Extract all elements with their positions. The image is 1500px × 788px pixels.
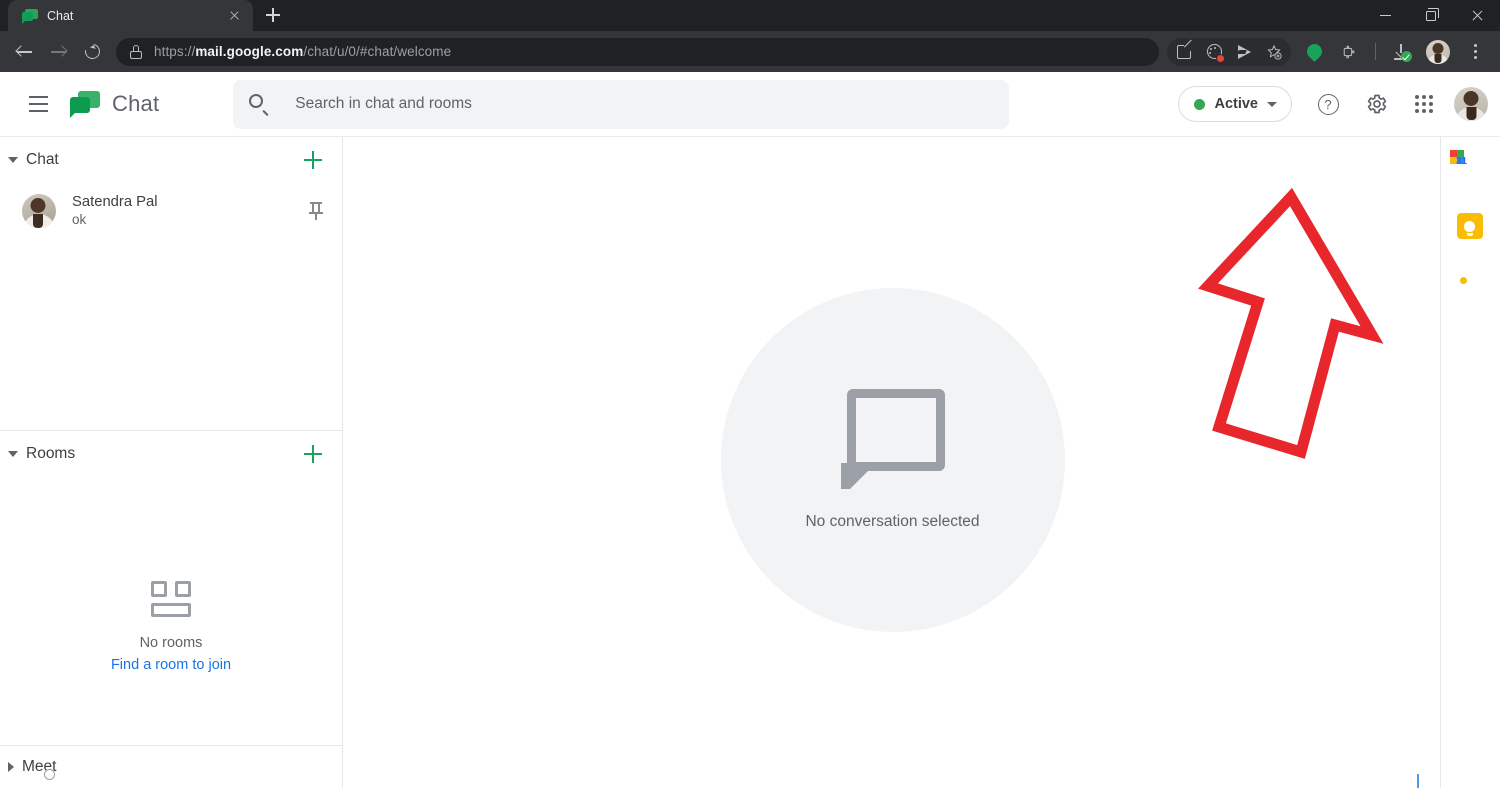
status-selector[interactable]: Active (1178, 86, 1292, 122)
send-icon (1237, 44, 1251, 59)
account-avatar[interactable] (1454, 87, 1488, 121)
url-path: /chat/u/0/#chat/welcome (303, 44, 452, 59)
pin-icon[interactable] (308, 201, 324, 220)
rooms-empty-state: No rooms Find a room to join (0, 477, 342, 745)
conversation-name: Satendra Pal (72, 194, 158, 210)
back-button[interactable] (8, 36, 40, 68)
meet-section-header[interactable]: Meet (0, 745, 342, 788)
conversation-text: Satendra Pal ok (72, 194, 158, 227)
window-controls (1362, 0, 1500, 31)
share-icon (1177, 40, 1194, 59)
notification-badge (1216, 53, 1225, 63)
green-drop-extension-button[interactable] (1297, 38, 1331, 66)
text-caret-artifact (1417, 774, 1419, 788)
forward-button[interactable] (42, 36, 74, 68)
header-actions: Active ? (1178, 82, 1488, 126)
status-dot-icon (1194, 98, 1206, 110)
sidebar: Chat Satendra Pal ok Rooms No rooms Find… (0, 136, 343, 788)
profile-avatar (1426, 39, 1450, 64)
chat-bubble-icon (840, 388, 945, 489)
find-room-link[interactable]: Find a room to join (111, 657, 231, 673)
rooms-empty-text: No rooms (139, 635, 203, 651)
chat-section-title: Chat (26, 151, 59, 168)
chat-list-spacer (0, 238, 342, 430)
close-window-button[interactable] (1454, 0, 1500, 31)
browser-profile-button[interactable] (1420, 38, 1456, 66)
maximize-button[interactable] (1408, 0, 1454, 31)
new-chat-button[interactable] (302, 149, 324, 171)
google-chat-favicon-icon (22, 8, 38, 24)
google-apps-button[interactable] (1402, 82, 1446, 126)
reload-icon (81, 41, 103, 62)
search-bar[interactable] (233, 79, 1010, 129)
main-content: No conversation selected (343, 136, 1440, 788)
download-icon (1393, 43, 1412, 62)
close-tab-icon[interactable] (226, 7, 243, 24)
search-input[interactable] (295, 95, 994, 113)
google-chat-logo-icon (70, 90, 100, 118)
empty-state: No conversation selected (720, 287, 1065, 632)
help-icon: ? (1317, 93, 1339, 115)
chevron-right-icon[interactable] (8, 762, 14, 772)
chrome-menu-button[interactable] (1458, 38, 1492, 66)
add-to-favorites-button[interactable] (1259, 38, 1289, 66)
presence-indicator-icon (44, 769, 55, 780)
tab-title: Chat (47, 8, 74, 23)
new-tab-button[interactable] (259, 1, 287, 29)
rooms-section-title: Rooms (26, 445, 76, 462)
puzzle-icon (1343, 45, 1355, 58)
rooms-section-header[interactable]: Rooms (0, 431, 342, 477)
list-item[interactable]: Satendra Pal ok (0, 183, 342, 780)
address-bar[interactable]: https://mail.google.com/chat/u/0/#chat/w… (116, 37, 1159, 66)
app-header: Chat Active ? (0, 72, 1500, 136)
page-title: Chat (112, 91, 160, 116)
rooms-empty-icon (149, 581, 193, 621)
downloads-button[interactable] (1384, 38, 1418, 66)
url-text: https://mail.google.com/chat/u/0/#chat/w… (154, 44, 451, 59)
reload-button[interactable] (76, 36, 108, 68)
download-complete-check-icon (1400, 50, 1412, 62)
status-label: Active (1214, 96, 1258, 112)
google-keep-button[interactable] (1456, 213, 1485, 241)
avatar (22, 193, 56, 228)
arrow-right-icon (50, 43, 68, 60)
gear-icon (1367, 94, 1387, 114)
chevron-down-icon[interactable] (8, 451, 18, 457)
chevron-down-icon (1267, 101, 1277, 107)
conversation-preview: ok (72, 212, 87, 227)
search-icon (249, 94, 269, 116)
arrow-left-icon (14, 43, 33, 60)
minimize-button[interactable] (1362, 0, 1408, 31)
tab-strip: Chat (0, 0, 1500, 31)
google-calendar-button[interactable]: 31 (1449, 150, 1485, 185)
send-button[interactable] (1229, 38, 1259, 66)
palette-extension-button[interactable] (1199, 38, 1229, 66)
google-keep-icon (1456, 213, 1483, 239)
browser-tab-chat[interactable]: Chat (8, 0, 253, 31)
browser-window: Chat https://mail.google.com/chat/u/0/#c… (0, 0, 1500, 788)
browser-toolbar: https://mail.google.com/chat/u/0/#chat/w… (0, 31, 1500, 72)
green-drop-icon (1303, 40, 1325, 63)
help-button[interactable]: ? (1306, 82, 1350, 126)
url-scheme: https:// (154, 44, 196, 59)
chevron-down-icon[interactable] (8, 157, 18, 163)
toolbar-separator (1375, 43, 1376, 60)
extensions-button[interactable] (1333, 38, 1367, 66)
star-plus-icon (1267, 44, 1282, 60)
extension-group (1167, 37, 1291, 66)
app-body: Chat Satendra Pal ok Rooms No rooms Find… (0, 136, 1500, 788)
page-content: Chat Active ? (0, 72, 1500, 788)
url-host: mail.google.com (195, 44, 304, 59)
share-button[interactable] (1169, 38, 1199, 66)
lock-icon (130, 45, 142, 59)
side-panel: 31 (1440, 136, 1500, 788)
empty-state-label: No conversation selected (805, 512, 980, 530)
apps-grid-icon (1415, 95, 1433, 113)
google-tasks-button[interactable] (1457, 269, 1485, 297)
settings-button[interactable] (1354, 82, 1398, 126)
new-room-button[interactable] (302, 443, 324, 465)
chrome-menu-icon (1467, 44, 1483, 60)
chat-section-header[interactable]: Chat (0, 137, 342, 183)
main-menu-button[interactable] (16, 82, 60, 126)
